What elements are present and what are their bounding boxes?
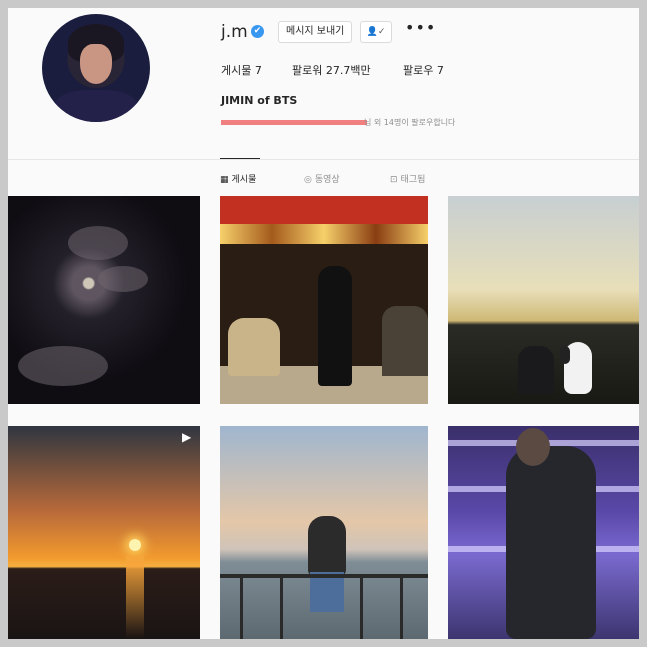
following-count[interactable]: 팔로우 7 bbox=[403, 62, 444, 78]
tab-videos[interactable]: ◎ 동영상 bbox=[304, 172, 340, 185]
posts-count: 게시물 7 bbox=[221, 64, 262, 77]
tab-tagged[interactable]: ⊡ 태그됨 bbox=[390, 172, 425, 185]
video-icon: ◎ bbox=[304, 175, 312, 185]
railing bbox=[220, 574, 428, 578]
cloud bbox=[68, 226, 128, 260]
performer-head bbox=[516, 428, 550, 466]
cloud bbox=[98, 266, 148, 292]
person-jacket bbox=[382, 306, 428, 376]
railing-post bbox=[240, 574, 243, 639]
followers-count[interactable]: 팔로워 27.7백만 bbox=[292, 62, 371, 78]
railing-post bbox=[360, 574, 363, 639]
railing-post bbox=[280, 574, 283, 639]
followed-by-text[interactable]: 님 외 14명이 팔로우합니다 bbox=[364, 117, 455, 128]
profile-avatar[interactable] bbox=[42, 14, 150, 122]
redacted-followers-names bbox=[221, 120, 367, 125]
post-moon-night[interactable] bbox=[8, 196, 200, 404]
active-tab-indicator bbox=[220, 158, 260, 159]
person-jeans bbox=[310, 572, 344, 612]
profile-username: j.m bbox=[221, 22, 248, 42]
avatar-face bbox=[80, 44, 112, 84]
person-plaid bbox=[228, 318, 280, 376]
post-ocean-sunset[interactable]: ▶ bbox=[8, 426, 200, 639]
post-stage-performance[interactable] bbox=[448, 426, 639, 639]
performer-body bbox=[506, 446, 596, 639]
tab-tagged-label: 태그됨 bbox=[400, 175, 426, 185]
profile-fullname: JIMIN of BTS bbox=[221, 94, 298, 107]
profile-page: j.m ✔ 메시지 보내기 👤✓ ••• 게시물 7 팔로워 27.7백만 팔로… bbox=[8, 8, 639, 639]
following-status-button[interactable]: 👤✓ bbox=[360, 21, 392, 43]
tag-icon: ⊡ bbox=[390, 175, 398, 185]
person-silhouette bbox=[518, 346, 554, 394]
more-options-icon[interactable]: ••• bbox=[405, 18, 436, 37]
sun-reflection bbox=[126, 556, 144, 638]
snoopy-ear bbox=[560, 346, 570, 364]
avatar-shirt bbox=[54, 90, 138, 122]
tab-posts-label: 게시물 bbox=[231, 175, 257, 185]
sun bbox=[129, 539, 141, 551]
grid-icon: ▦ bbox=[220, 175, 229, 185]
stall-lights bbox=[220, 224, 428, 244]
tab-posts[interactable]: ▦ 게시물 bbox=[220, 172, 256, 185]
verified-badge-icon: ✔ bbox=[251, 25, 264, 38]
railing-post bbox=[400, 574, 403, 639]
video-play-icon: ▶ bbox=[182, 430, 192, 444]
tabs-divider bbox=[8, 159, 639, 160]
post-snoopy-sunset[interactable] bbox=[448, 196, 639, 404]
person-black-coat bbox=[318, 266, 352, 386]
post-market-stall[interactable] bbox=[220, 196, 428, 404]
stall-roof bbox=[220, 196, 428, 224]
tab-videos-label: 동영상 bbox=[314, 175, 340, 185]
cloud bbox=[18, 346, 108, 386]
person-sitting bbox=[308, 516, 346, 576]
message-button[interactable]: 메시지 보내기 bbox=[278, 21, 353, 43]
post-seaside-railing[interactable] bbox=[220, 426, 428, 639]
